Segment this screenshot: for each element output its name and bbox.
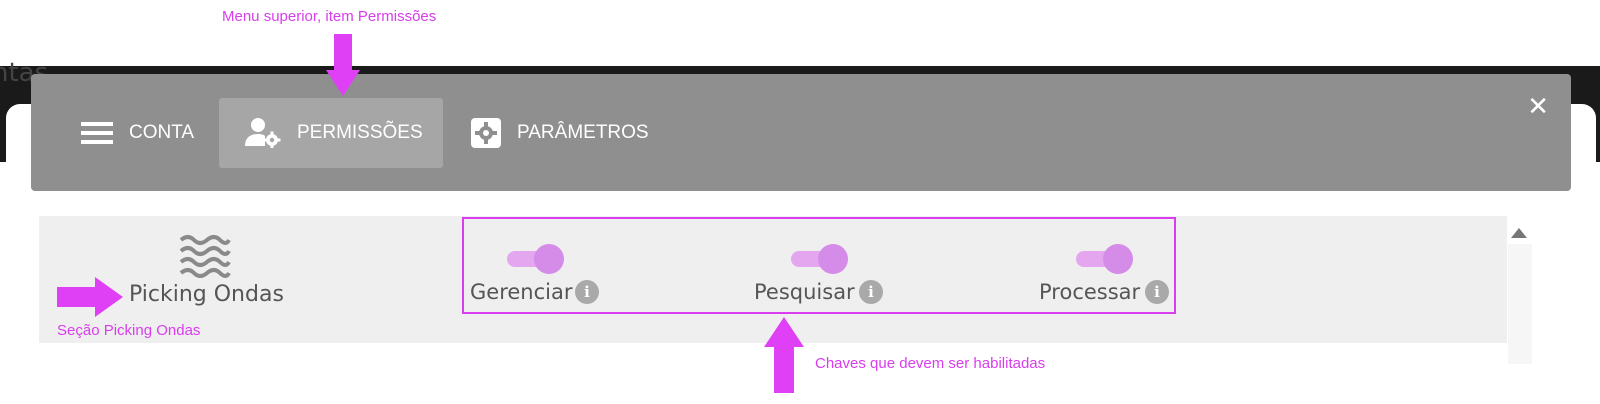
annotation-toggles: Chaves que devem ser habilitadas bbox=[815, 355, 1046, 372]
arrow-down-icon bbox=[326, 34, 360, 96]
settings-gear-icon bbox=[471, 118, 501, 148]
user-gear-icon bbox=[245, 118, 281, 148]
arrow-up-icon bbox=[764, 317, 804, 393]
tab-conta-label: CONTA bbox=[129, 122, 195, 143]
modal-top-menu: CONTA PERMISSÕES PARÂMETROS ✕ bbox=[31, 74, 1571, 191]
annotation-top-menu: Menu superior, item Permissões bbox=[222, 8, 437, 25]
tab-permissoes[interactable]: PERMISSÕES bbox=[219, 98, 443, 168]
waves-icon bbox=[179, 234, 231, 283]
arrow-right-icon bbox=[57, 277, 123, 317]
annotation-section: Seção Picking Ondas bbox=[57, 322, 201, 339]
tab-permissoes-label: PERMISSÕES bbox=[297, 122, 423, 143]
hamburger-menu-icon bbox=[81, 121, 113, 145]
scrollbar-track[interactable] bbox=[1508, 244, 1532, 364]
tab-parametros[interactable]: PARÂMETROS bbox=[471, 98, 649, 168]
scroll-up-icon[interactable] bbox=[1511, 228, 1527, 238]
tab-conta[interactable]: CONTA bbox=[81, 98, 194, 168]
close-icon[interactable]: ✕ bbox=[1527, 92, 1549, 122]
toggles-highlight-box bbox=[462, 217, 1176, 314]
tab-parametros-label: PARÂMETROS bbox=[517, 122, 649, 143]
section-title: Picking Ondas bbox=[129, 282, 284, 307]
